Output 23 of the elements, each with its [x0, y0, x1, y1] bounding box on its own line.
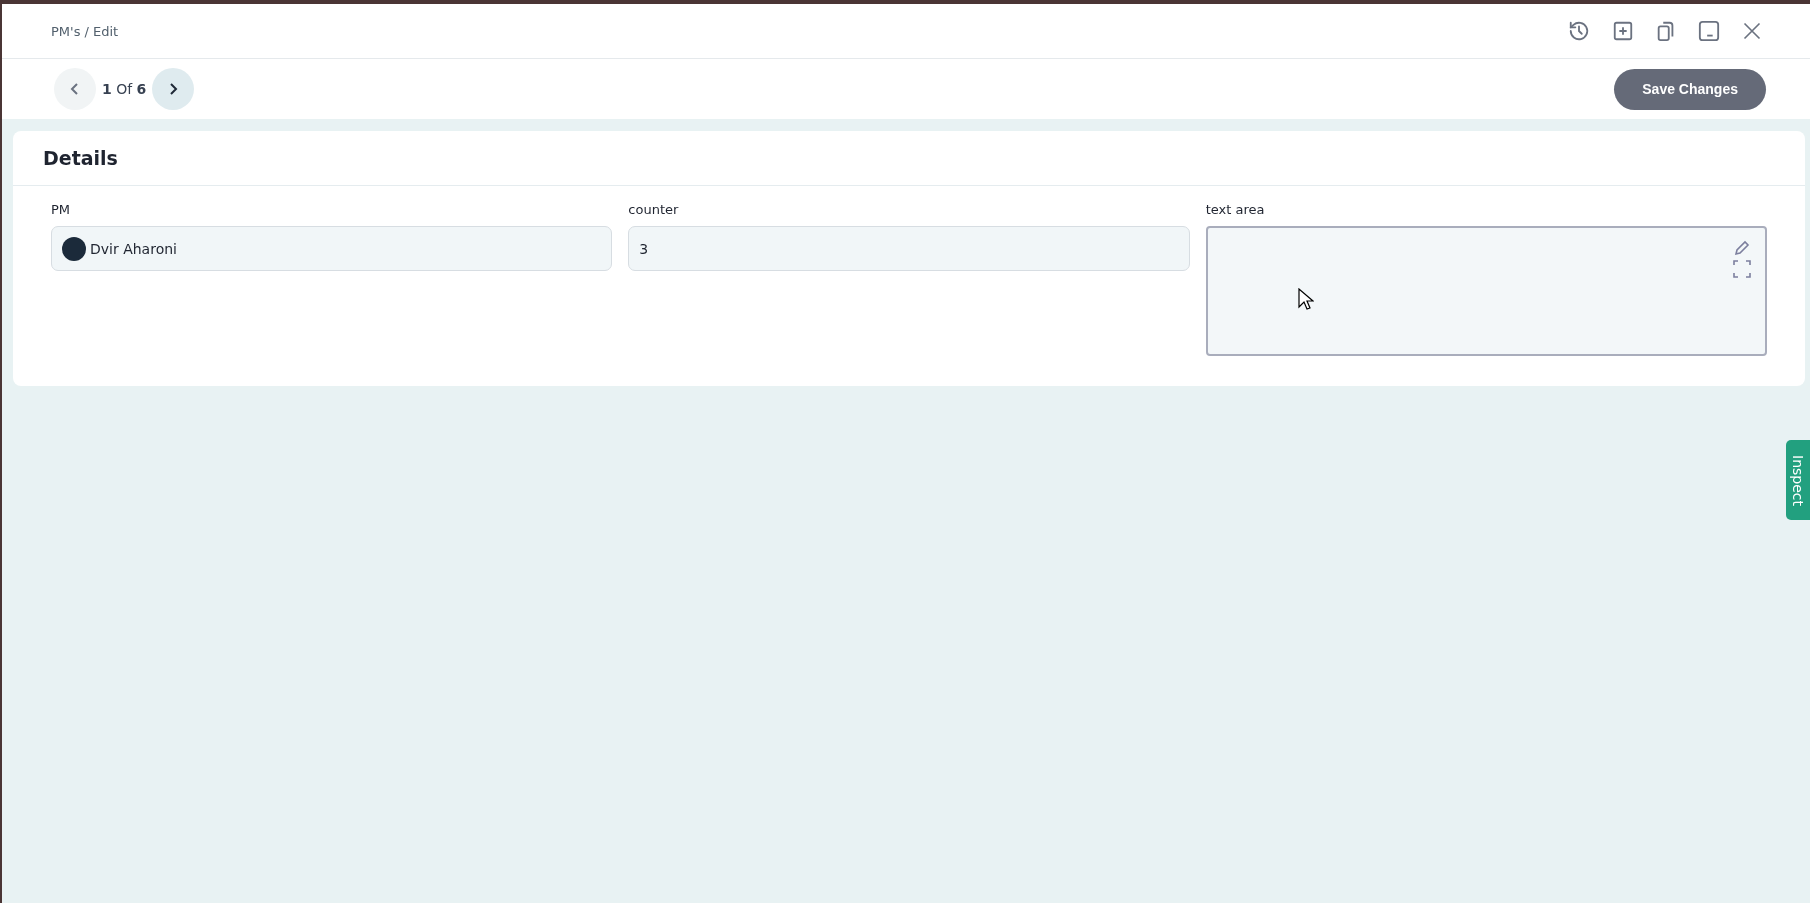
field-label: counter: [628, 202, 680, 217]
user-field[interactable]: Dvir Aharoni: [51, 226, 613, 271]
breadcrumb: PM's / Edit: [51, 23, 119, 39]
expand-icon[interactable]: [1733, 260, 1751, 278]
minimize-icon[interactable]: [1698, 20, 1720, 42]
save-changes-button[interactable]: Save Changes: [1614, 68, 1766, 110]
avatar-icon: [62, 236, 86, 261]
copy-icon[interactable]: [1656, 20, 1676, 42]
field-value: 3: [639, 240, 649, 257]
page-counter: 1 Of 6: [102, 81, 147, 97]
text-area-field[interactable]: [1205, 226, 1767, 356]
mouse-cursor-icon: [1297, 288, 1314, 312]
pencil-icon[interactable]: [1734, 240, 1750, 256]
field-label: PM: [51, 202, 72, 217]
field-value: Dvir Aharoni: [90, 240, 177, 257]
history-icon[interactable]: [1568, 20, 1590, 42]
chevron-left-icon: [70, 82, 80, 96]
chevron-right-icon: [168, 82, 179, 96]
field-label: text area: [1205, 202, 1266, 217]
section-title: Details: [43, 147, 118, 169]
add-icon[interactable]: [1612, 20, 1634, 42]
close-icon[interactable]: [1742, 21, 1762, 41]
counter-field[interactable]: 3: [628, 226, 1190, 271]
